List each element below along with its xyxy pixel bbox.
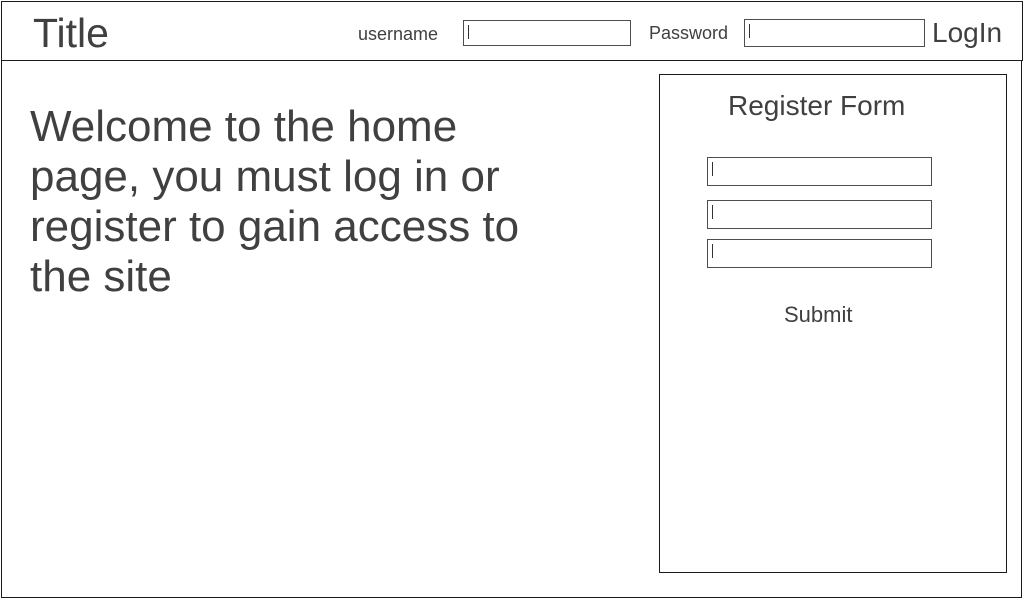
register-field-1[interactable] <box>707 157 932 186</box>
text-caret <box>468 25 469 39</box>
register-form-panel: Register Form Submit <box>659 74 1007 573</box>
register-field-2[interactable] <box>707 200 932 229</box>
page-title: Title <box>33 10 109 56</box>
username-input[interactable] <box>463 20 631 46</box>
page: Title username Password LogIn Welcome to… <box>0 0 1025 600</box>
submit-button[interactable]: Submit <box>784 302 852 328</box>
header-bar: Title username Password LogIn <box>1 1 1023 61</box>
text-caret <box>712 205 713 219</box>
welcome-message: Welcome to the home page, you must log i… <box>30 102 520 301</box>
register-field-3[interactable] <box>707 239 932 268</box>
password-label: Password <box>649 23 729 43</box>
register-form-title: Register Form <box>728 90 906 121</box>
login-button[interactable]: LogIn <box>932 16 1002 50</box>
text-caret <box>749 24 750 38</box>
password-input[interactable] <box>744 19 925 47</box>
username-label: username <box>358 24 439 44</box>
text-caret <box>712 244 713 258</box>
text-caret <box>712 162 713 176</box>
